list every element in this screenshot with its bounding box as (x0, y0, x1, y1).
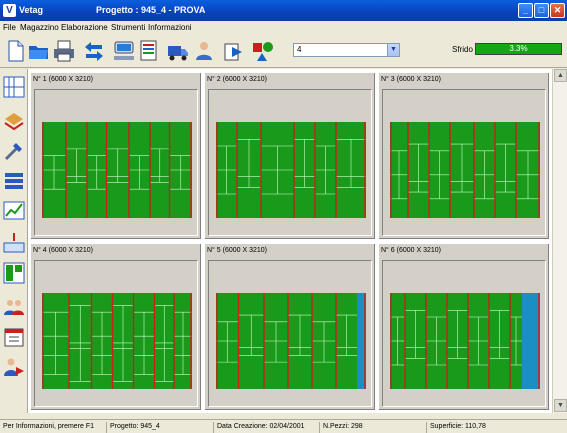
stack-icon[interactable] (2, 169, 26, 193)
print-icon[interactable] (52, 39, 76, 63)
cut-icon[interactable] (2, 231, 26, 255)
menu-informazioni[interactable]: Informazioni (148, 23, 192, 32)
person-export-icon[interactable] (2, 355, 26, 379)
chevron-down-icon[interactable]: ▼ (387, 44, 399, 56)
cutting-layout[interactable] (383, 90, 545, 235)
sheet-stock (390, 122, 540, 218)
status-surface: Superficie: 110,78 (426, 422, 486, 433)
maximize-button[interactable]: □ (534, 3, 549, 18)
menu-magazzino[interactable]: Magazzino (20, 23, 59, 32)
sheet-label: N° 2 (6000 X 3210) (207, 76, 268, 83)
cutting-layout[interactable] (383, 261, 545, 406)
sheet-label: N° 1 (6000 X 3210) (33, 76, 94, 83)
sheet-label: N° 6 (6000 X 3210) (381, 247, 442, 254)
new-document-icon[interactable] (3, 39, 27, 63)
arrange-icon[interactable] (2, 261, 26, 285)
swap-arrows-icon[interactable] (82, 39, 106, 63)
menu-file[interactable]: File (3, 23, 16, 32)
open-folder-icon[interactable] (27, 39, 51, 63)
document-title: Progetto : 945_4 - PROVA (96, 5, 206, 15)
sheet-label: N° 3 (6000 X 3210) (381, 76, 442, 83)
sheet-panel-3[interactable]: N° 3 (6000 X 3210) (378, 72, 550, 240)
sheet-frame (208, 260, 372, 407)
status-pieces: N.Pezzi: 298 (319, 422, 363, 433)
sfrido-progress: 3.3% (475, 43, 562, 55)
menu-elaborazione[interactable]: Elaborazione (61, 23, 108, 32)
scroll-down-button[interactable]: ▼ (554, 399, 567, 412)
status-bar: Per Informazioni, premere F1 Progetto: 9… (0, 419, 567, 433)
side-toolbar (0, 69, 28, 413)
status-project: Progetto: 945_4 (106, 422, 160, 433)
graph-icon[interactable] (2, 199, 26, 223)
sheet-frame (382, 260, 546, 407)
title-bar[interactable]: V Vetag Progetto : 945_4 - PROVA _ □ ✕ (0, 0, 567, 21)
calendar-icon[interactable] (2, 325, 26, 349)
cutting-layout[interactable] (35, 261, 197, 406)
menu-bar: File Magazzino Elaborazione Strumenti In… (0, 21, 567, 35)
export-icon[interactable] (222, 39, 246, 63)
vertical-scrollbar[interactable]: ▲ ▼ (552, 69, 567, 413)
sheets-view: N° 1 (6000 X 3210) N° 2 (6000 X 3210) N°… (28, 69, 552, 413)
materials-icon[interactable] (2, 109, 26, 133)
sheet-panel-5[interactable]: N° 5 (6000 X 3210) (204, 243, 376, 411)
sheet-panel-4[interactable]: N° 4 (6000 X 3210) (30, 243, 202, 411)
cutting-layout[interactable] (35, 90, 197, 235)
menu-strumenti[interactable]: Strumenti (111, 23, 145, 32)
sheet-frame (34, 89, 198, 236)
sheet-frame (382, 89, 546, 236)
sheet-label: N° 4 (6000 X 3210) (33, 247, 94, 254)
status-created: Data Creazione: 02/04/2001 (213, 422, 305, 433)
cutting-layout[interactable] (209, 261, 371, 406)
people-icon[interactable] (2, 295, 26, 319)
waste-area (522, 293, 540, 389)
close-button[interactable]: ✕ (550, 3, 565, 18)
sheet-frame (208, 89, 372, 236)
sheet-panel-1[interactable]: N° 1 (6000 X 3210) (30, 72, 202, 240)
grid-layout-icon[interactable] (2, 75, 26, 99)
user-icon[interactable] (192, 39, 216, 63)
scroll-up-button[interactable]: ▲ (554, 69, 567, 82)
cutting-layout[interactable] (209, 90, 371, 235)
app-name: Vetag (19, 5, 44, 15)
sfrido-label: Sfrido (452, 45, 473, 54)
app-logo-icon: V (3, 4, 16, 17)
status-hint: Per Informazioni, premere F1 (3, 423, 95, 430)
sfrido-value: 3.3% (509, 44, 528, 53)
application-window: V Vetag Progetto : 945_4 - PROVA _ □ ✕ F… (0, 0, 567, 433)
sheet-select-value: 4 (297, 45, 302, 54)
network-icon[interactable] (112, 39, 136, 63)
sheet-label: N° 5 (6000 X 3210) (207, 247, 268, 254)
tools-icon[interactable] (2, 139, 26, 163)
truck-icon[interactable] (166, 39, 190, 63)
sheet-frame (34, 260, 198, 407)
report-icon[interactable] (137, 39, 161, 63)
shapes-icon[interactable] (251, 39, 275, 63)
minimize-button[interactable]: _ (518, 3, 533, 18)
sheet-panel-2[interactable]: N° 2 (6000 X 3210) (204, 72, 376, 240)
sheet-select[interactable]: 4 ▼ (293, 43, 400, 57)
sheet-panel-6[interactable]: N° 6 (6000 X 3210) (378, 243, 550, 411)
